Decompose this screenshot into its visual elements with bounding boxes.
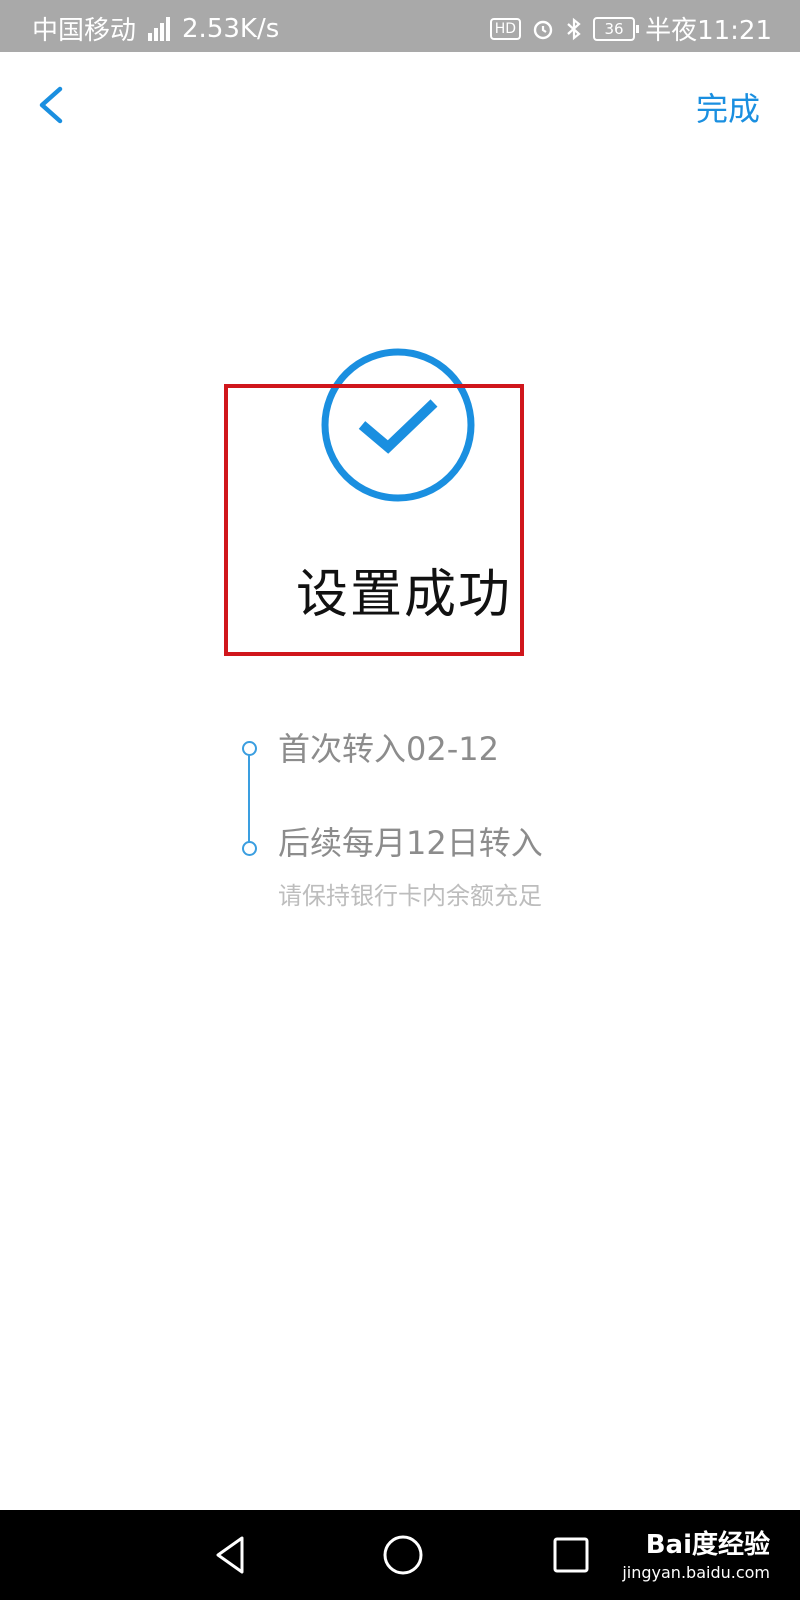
watermark-brand: Bai度经验 — [645, 1530, 770, 1560]
watermark-url: jingyan.baidu.com — [622, 1563, 770, 1582]
carrier-label: 中国移动 — [32, 16, 137, 46]
highlight-frame — [224, 384, 524, 656]
nav-home-icon — [383, 1535, 423, 1575]
bluetooth-icon — [567, 17, 581, 40]
nav-back-icon — [216, 1536, 244, 1574]
balance-note: 请保持银行卡内余额充足 — [278, 882, 542, 910]
status-right: HD 36 半夜11:21 — [489, 10, 772, 47]
network-speed: 2.53K/s — [182, 13, 280, 44]
first-transfer-text: 首次转入02-12 — [278, 730, 499, 768]
battery-icon: 36 — [593, 16, 640, 41]
nav-bar: Bai度经验 jingyan.baidu.com — [0, 1510, 800, 1600]
alarm-icon — [533, 20, 553, 39]
status-left: 中国移动 2.53K/s — [32, 10, 279, 47]
nav-back-button[interactable] — [208, 1532, 254, 1578]
nav-recent-button[interactable] — [552, 1536, 590, 1574]
timeline-dot-first — [242, 741, 257, 756]
clock-label: 半夜11:21 — [645, 16, 772, 46]
hd-icon: HD — [489, 17, 522, 40]
watermark: Bai度经验 jingyan.baidu.com — [622, 1524, 770, 1582]
status-bar: 中国移动 2.53K/s HD 36 半夜11:21 — [0, 0, 800, 52]
done-button[interactable]: 完成 — [696, 84, 760, 130]
signal-icon — [148, 16, 171, 41]
recurring-transfer-text: 后续每月12日转入 — [278, 824, 543, 862]
timeline-line — [248, 747, 250, 844]
nav-home-button[interactable] — [380, 1532, 426, 1578]
timeline-dot-recurring — [242, 841, 257, 856]
chevron-left-icon — [39, 86, 63, 124]
nav-recent-icon — [553, 1537, 589, 1573]
back-button[interactable] — [28, 80, 78, 130]
